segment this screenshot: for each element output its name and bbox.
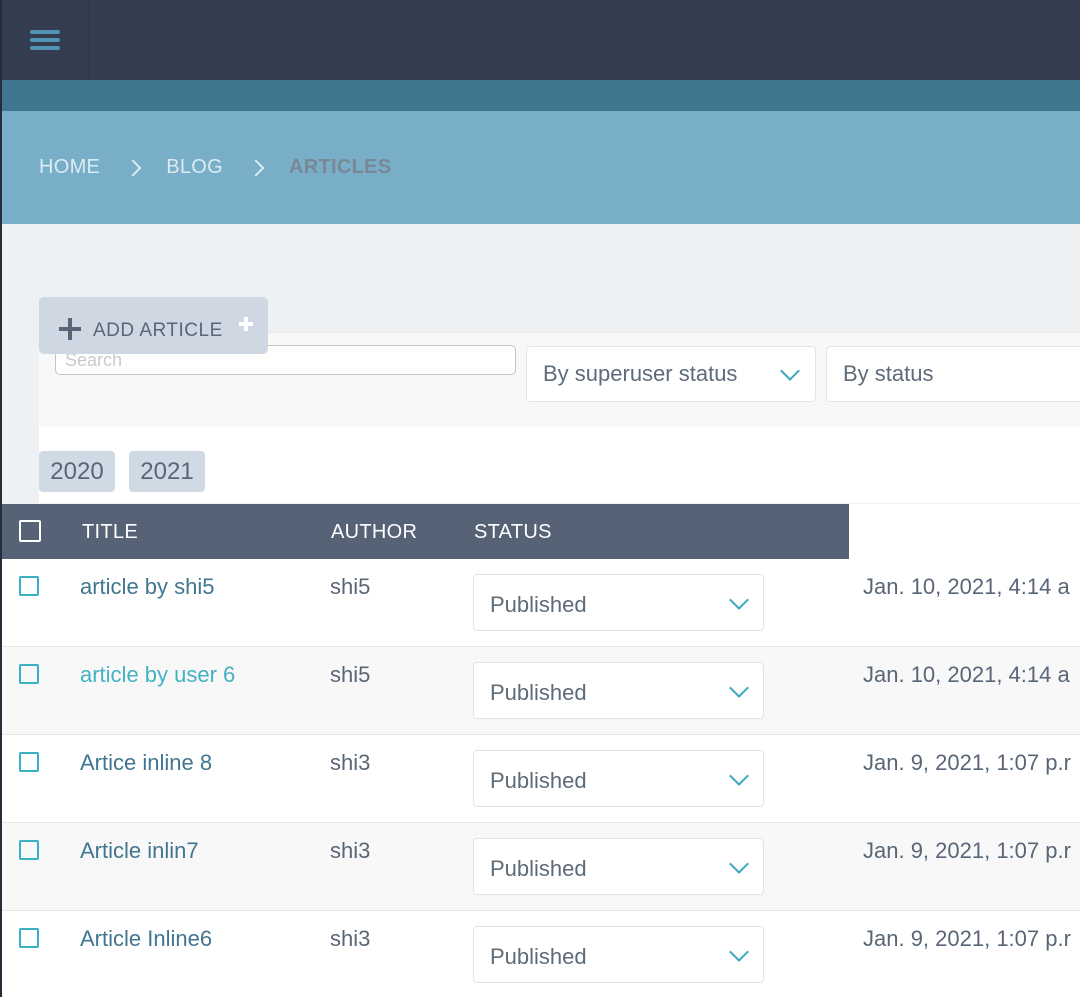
add-article-label: ADD ARTICLE	[93, 320, 223, 341]
status-value: Published	[490, 592, 587, 617]
table-header: TITLE AUTHOR STATUS CREATE DATE	[0, 504, 1080, 559]
chevron-down-icon	[729, 678, 749, 698]
chevron-down-icon	[729, 766, 749, 786]
status-select[interactable]: Published	[473, 926, 764, 983]
date-link-2021[interactable]: 2021	[129, 451, 205, 492]
filter-label: By status	[843, 361, 934, 386]
status-select[interactable]: Published	[473, 838, 764, 895]
column-header-author[interactable]: AUTHOR	[331, 521, 417, 544]
row-author: shi5	[330, 662, 371, 687]
chevron-down-icon	[729, 854, 749, 874]
date-link-2020[interactable]: 2020	[39, 451, 115, 492]
plus-icon	[59, 318, 81, 340]
table-row: Article Inline6 shi3 Published Jan. 9, 2…	[0, 911, 1080, 999]
breadcrumb-home[interactable]: HOME	[39, 156, 100, 179]
chevron-right-icon	[121, 155, 147, 181]
column-header-title[interactable]: TITLE	[82, 521, 138, 544]
hamburger-menu-icon[interactable]	[0, 0, 90, 80]
status-value: Published	[490, 768, 587, 793]
add-icon	[239, 317, 253, 331]
row-create-date: Jan. 9, 2021, 1:07 p.r	[863, 838, 1071, 863]
row-title-link[interactable]: Article Inline6	[80, 926, 212, 952]
row-title-link[interactable]: article by shi5	[80, 574, 215, 600]
row-create-date: Jan. 9, 2021, 1:07 p.r	[863, 926, 1071, 951]
row-create-date: Jan. 9, 2021, 1:07 p.r	[863, 750, 1071, 775]
status-value: Published	[490, 944, 587, 969]
row-checkbox[interactable]	[19, 928, 39, 948]
row-create-date: Jan. 10, 2021, 4:14 a	[863, 574, 1070, 599]
window-edge	[0, 0, 2, 997]
chevron-down-icon	[729, 942, 749, 962]
status-select[interactable]: Published	[473, 662, 764, 719]
breadcrumb-blog[interactable]: BLOG	[166, 156, 223, 179]
status-value: Published	[490, 856, 587, 881]
column-header-create-date[interactable]: CREATE DATE	[866, 521, 1006, 544]
table-row: article by user 6 shi5 Published Jan. 10…	[0, 647, 1080, 735]
row-author: shi5	[330, 574, 371, 599]
row-checkbox[interactable]	[19, 752, 39, 772]
status-select[interactable]: Published	[473, 574, 764, 631]
breadcrumb-current: ARTICLES	[288, 156, 392, 178]
table-row: Artice inline 8 shi3 Published Jan. 9, 2…	[0, 735, 1080, 823]
select-all-checkbox[interactable]	[19, 520, 41, 542]
row-checkbox[interactable]	[19, 664, 39, 684]
chevron-down-icon	[729, 590, 749, 610]
row-title-link[interactable]: Artice inline 8	[80, 750, 212, 776]
filter-status[interactable]: By status	[826, 346, 1080, 402]
filter-label: By superuser status	[543, 361, 738, 386]
status-value: Published	[490, 680, 587, 705]
row-author: shi3	[330, 750, 371, 775]
top-header	[0, 0, 1080, 81]
table-row: article by shi5 shi5 Published Jan. 10, …	[0, 559, 1080, 647]
status-select[interactable]: Published	[473, 750, 764, 807]
table-row: Article inlin7 shi3 Published Jan. 9, 20…	[0, 823, 1080, 911]
row-checkbox[interactable]	[19, 576, 39, 596]
row-title-link[interactable]: Article inlin7	[80, 838, 199, 864]
chevron-down-icon	[780, 361, 800, 381]
add-article-button[interactable]: ADD ARTICLE	[39, 297, 268, 354]
column-header-status[interactable]: STATUS	[474, 521, 552, 544]
row-create-date: Jan. 10, 2021, 4:14 a	[863, 662, 1070, 687]
chevron-right-icon	[244, 155, 270, 181]
filter-superuser-status[interactable]: By superuser status	[526, 346, 816, 402]
row-checkbox[interactable]	[19, 840, 39, 860]
header-strip	[0, 80, 1080, 111]
row-title-link[interactable]: article by user 6	[80, 662, 235, 688]
breadcrumb: HOME BLOG ARTICLES	[0, 111, 1080, 224]
row-author: shi3	[330, 926, 371, 951]
row-author: shi3	[330, 838, 371, 863]
